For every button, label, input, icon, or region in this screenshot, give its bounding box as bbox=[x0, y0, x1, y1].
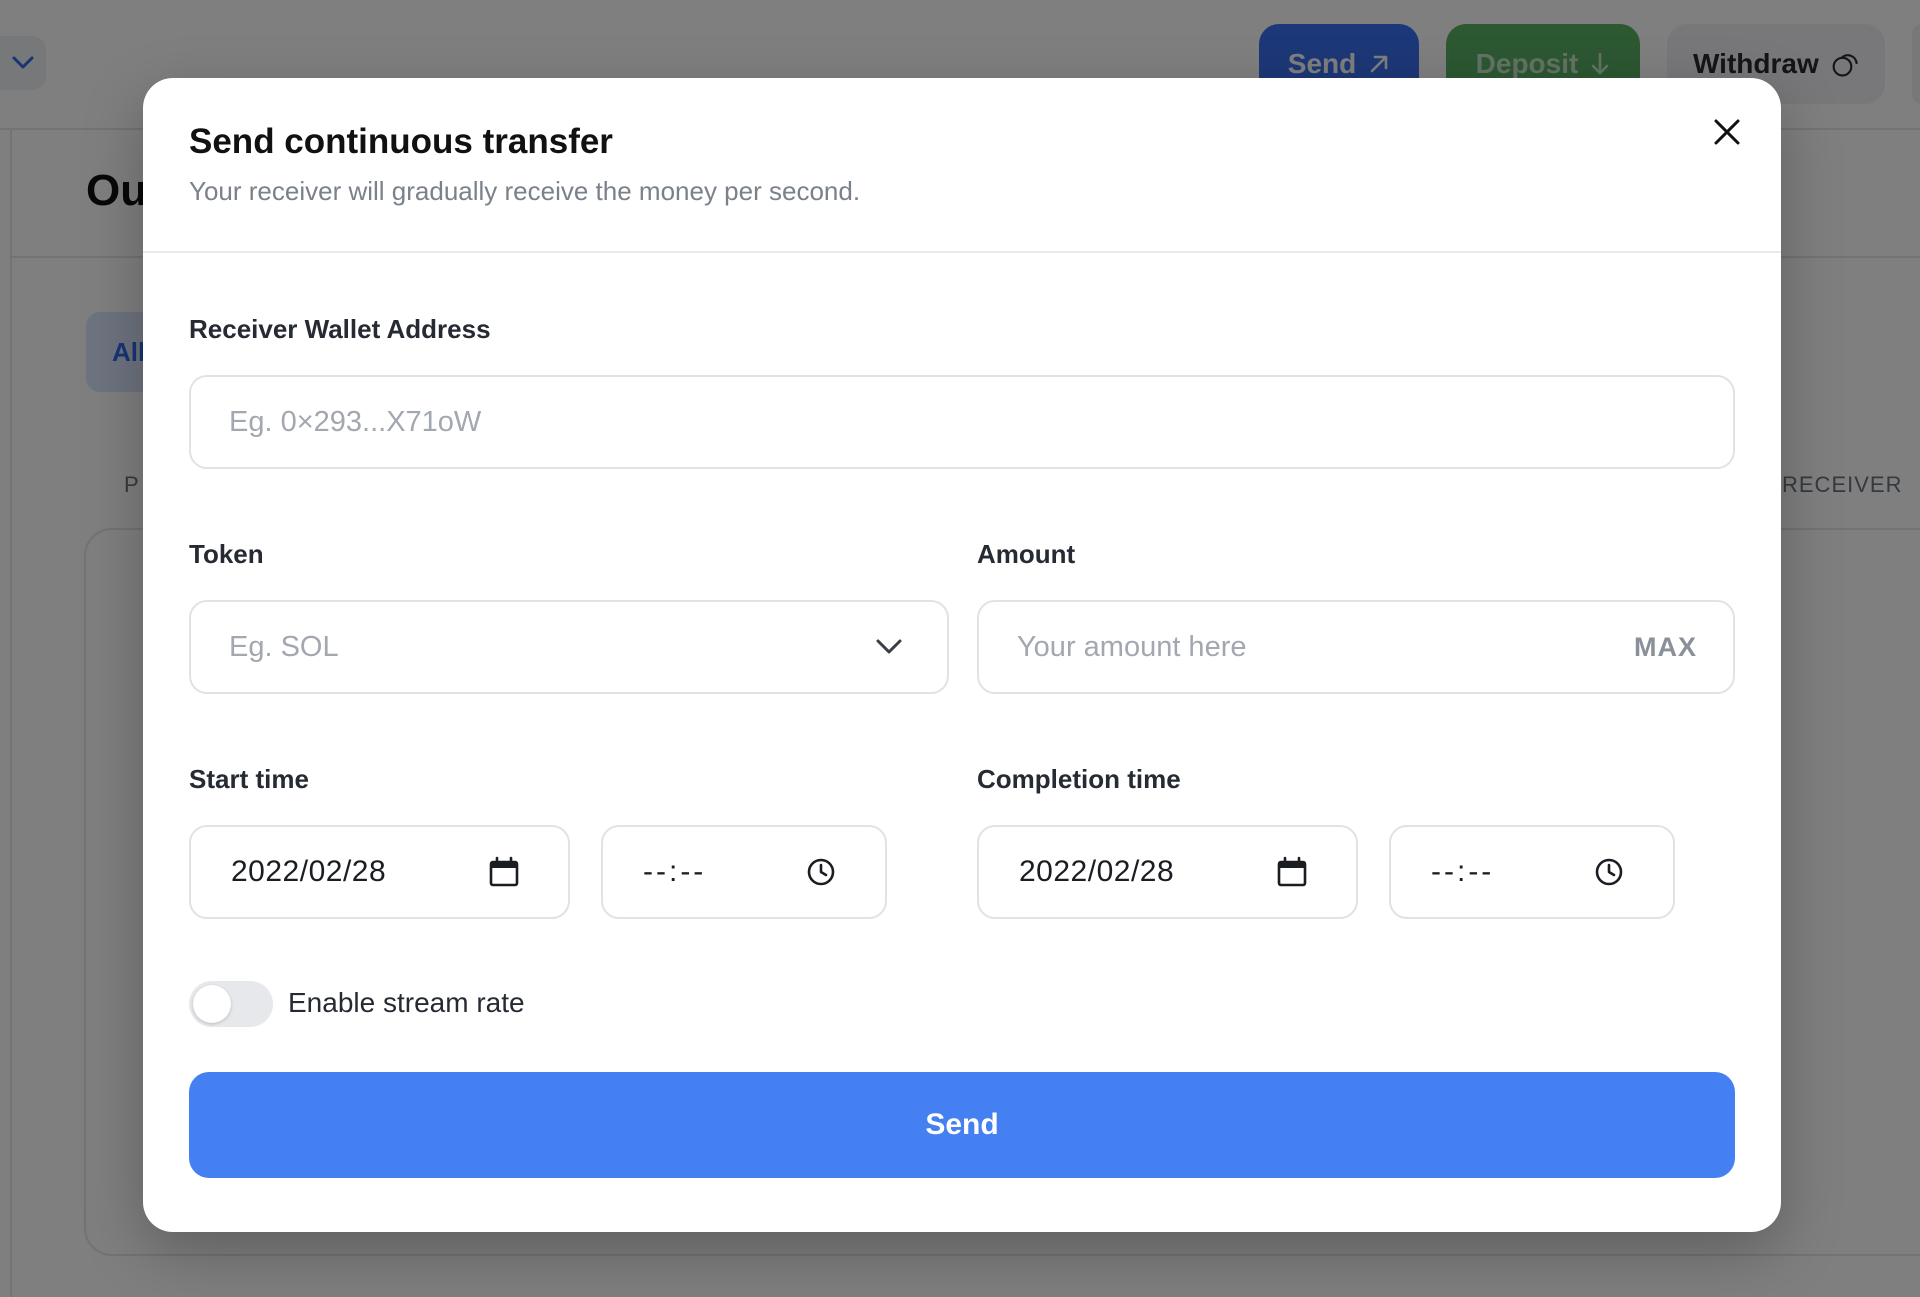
start-time-value: --:-- bbox=[643, 855, 707, 888]
start-time-field[interactable]: --:-- bbox=[601, 825, 887, 919]
amount-input[interactable] bbox=[979, 602, 1634, 692]
start-time-picker[interactable] bbox=[801, 852, 841, 892]
stream-rate-label: Enable stream rate bbox=[288, 987, 525, 1018]
completion-date-field[interactable]: 2022/02/28 bbox=[977, 825, 1358, 919]
receiver-address-field[interactable] bbox=[189, 375, 1735, 469]
modal-subtitle: Your receiver will gradually receive the… bbox=[189, 176, 861, 206]
start-date-value: 2022/02/28 bbox=[231, 855, 387, 888]
send-transfer-modal: Send continuous transfer Your receiver w… bbox=[143, 78, 1781, 1232]
completion-time-label: Completion time bbox=[977, 764, 1181, 794]
clock-icon bbox=[807, 858, 835, 886]
amount-label: Amount bbox=[977, 539, 1076, 569]
page: Send Deposit Withdraw Ou All P RECEIVER … bbox=[0, 0, 1920, 1297]
amount-field[interactable]: MAX bbox=[977, 600, 1735, 694]
completion-time-field[interactable]: --:-- bbox=[1389, 825, 1675, 919]
clock-icon bbox=[1595, 858, 1623, 886]
completion-time-value: --:-- bbox=[1431, 855, 1495, 888]
modal-divider bbox=[143, 251, 1781, 253]
max-button[interactable]: MAX bbox=[1634, 632, 1697, 663]
modal-title: Send continuous transfer bbox=[189, 122, 613, 161]
stream-rate-toggle[interactable] bbox=[189, 981, 273, 1027]
start-date-picker[interactable] bbox=[484, 852, 524, 892]
start-date-field[interactable]: 2022/02/28 bbox=[189, 825, 570, 919]
toggle-knob bbox=[193, 985, 231, 1023]
calendar-icon bbox=[1277, 856, 1307, 887]
send-button[interactable]: Send bbox=[189, 1072, 1735, 1178]
start-time-label: Start time bbox=[189, 764, 309, 794]
close-icon bbox=[1714, 119, 1740, 145]
token-input[interactable] bbox=[191, 602, 869, 692]
token-dropdown-toggle[interactable] bbox=[869, 627, 909, 667]
receiver-address-input[interactable] bbox=[191, 377, 1733, 467]
completion-time-picker[interactable] bbox=[1589, 852, 1629, 892]
receiver-label: Receiver Wallet Address bbox=[189, 314, 491, 344]
token-select[interactable] bbox=[189, 600, 949, 694]
chevron-down-icon bbox=[876, 639, 902, 654]
completion-date-value: 2022/02/28 bbox=[1019, 855, 1175, 888]
token-label: Token bbox=[189, 539, 264, 569]
close-button[interactable] bbox=[1701, 106, 1753, 158]
calendar-icon bbox=[489, 856, 519, 887]
completion-date-picker[interactable] bbox=[1272, 852, 1312, 892]
